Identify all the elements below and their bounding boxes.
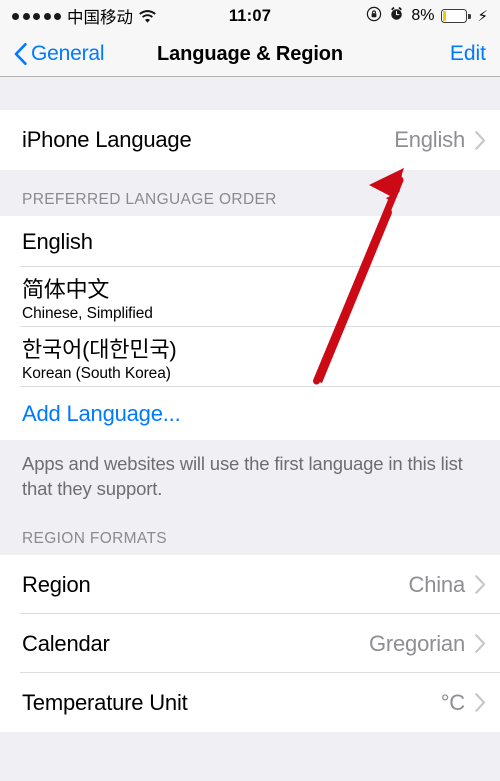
section-header-preferred-language-order: PREFERRED LANGUAGE ORDER (0, 170, 500, 216)
row-calendar[interactable]: Calendar Gregorian (0, 614, 500, 674)
iphone-settings-screen: 中国移动 11:07 8% ⚡ General Language & Regio… (0, 0, 500, 781)
alarm-clock-icon (389, 6, 404, 26)
row-region-label: Region (22, 571, 91, 597)
battery-icon (441, 9, 471, 23)
add-language-button[interactable]: Add Language... (0, 387, 500, 440)
lightning-bolt-icon: ⚡ (477, 7, 488, 25)
list-item-language-title: 한국어(대한민국) (22, 336, 177, 362)
row-region[interactable]: Region China (0, 555, 500, 615)
preferred-language-order-section: English 简体中文 Chinese, Simplified 한국어(대한민… (0, 216, 500, 440)
section-header-region-formats: REGION FORMATS (0, 501, 500, 556)
chevron-right-icon (475, 130, 486, 150)
list-item-language[interactable]: 한국어(대한민국) Korean (South Korea) (0, 327, 500, 387)
list-item-language-text: 한국어(대한민국) Korean (South Korea) (22, 332, 177, 383)
list-item-language[interactable]: English (0, 216, 500, 267)
row-iphone-language-accessory: English (394, 127, 486, 153)
edit-button[interactable]: Edit (450, 42, 486, 66)
page-title: Language & Region (156, 42, 344, 65)
list-item-language-text: English (22, 229, 93, 255)
row-temperature-unit-value: °C (440, 689, 465, 715)
list-item-language-text: 简体中文 Chinese, Simplified (22, 272, 153, 323)
row-region-value: China (408, 571, 466, 597)
row-calendar-label: Calendar (22, 630, 110, 656)
row-iphone-language-value: English (394, 127, 465, 152)
list-item-language-subtitle: Korean (South Korea) (22, 364, 171, 382)
preferred-language-footer-note: Apps and websites will use the first lan… (0, 440, 500, 502)
status-bar: 中国移动 11:07 8% ⚡ (0, 0, 500, 32)
list-item-language-title: 简体中文 (22, 276, 110, 302)
row-calendar-accessory: Gregorian (369, 631, 486, 657)
list-item-language-title: English (22, 228, 93, 254)
list-item-language[interactable]: 简体中文 Chinese, Simplified (0, 267, 500, 327)
status-bar-right: 8% ⚡ (366, 6, 488, 27)
row-region-accessory: China (409, 572, 486, 598)
list-item-language-subtitle: Chinese, Simplified (22, 304, 153, 322)
add-language-label: Add Language... (22, 400, 181, 426)
row-iphone-language-label: iPhone Language (22, 127, 192, 152)
rotation-lock-icon (366, 6, 382, 27)
chevron-right-icon (475, 693, 486, 712)
chevron-right-icon (475, 634, 486, 653)
chevron-right-icon (475, 575, 486, 594)
row-iphone-language[interactable]: iPhone Language English (0, 110, 500, 170)
row-calendar-value: Gregorian (368, 630, 465, 656)
row-temperature-unit-label: Temperature Unit (22, 689, 188, 715)
battery-percent-label: 8% (411, 7, 435, 24)
row-temperature-unit[interactable]: Temperature Unit °C (0, 673, 500, 733)
iphone-language-section: iPhone Language English (0, 110, 500, 170)
row-temperature-unit-accessory: °C (441, 690, 486, 716)
spacer-top (0, 77, 500, 110)
navigation-bar: General Language & Region Edit (0, 32, 500, 77)
region-formats-section: Region China Calendar Gregorian Temperat… (0, 555, 500, 733)
